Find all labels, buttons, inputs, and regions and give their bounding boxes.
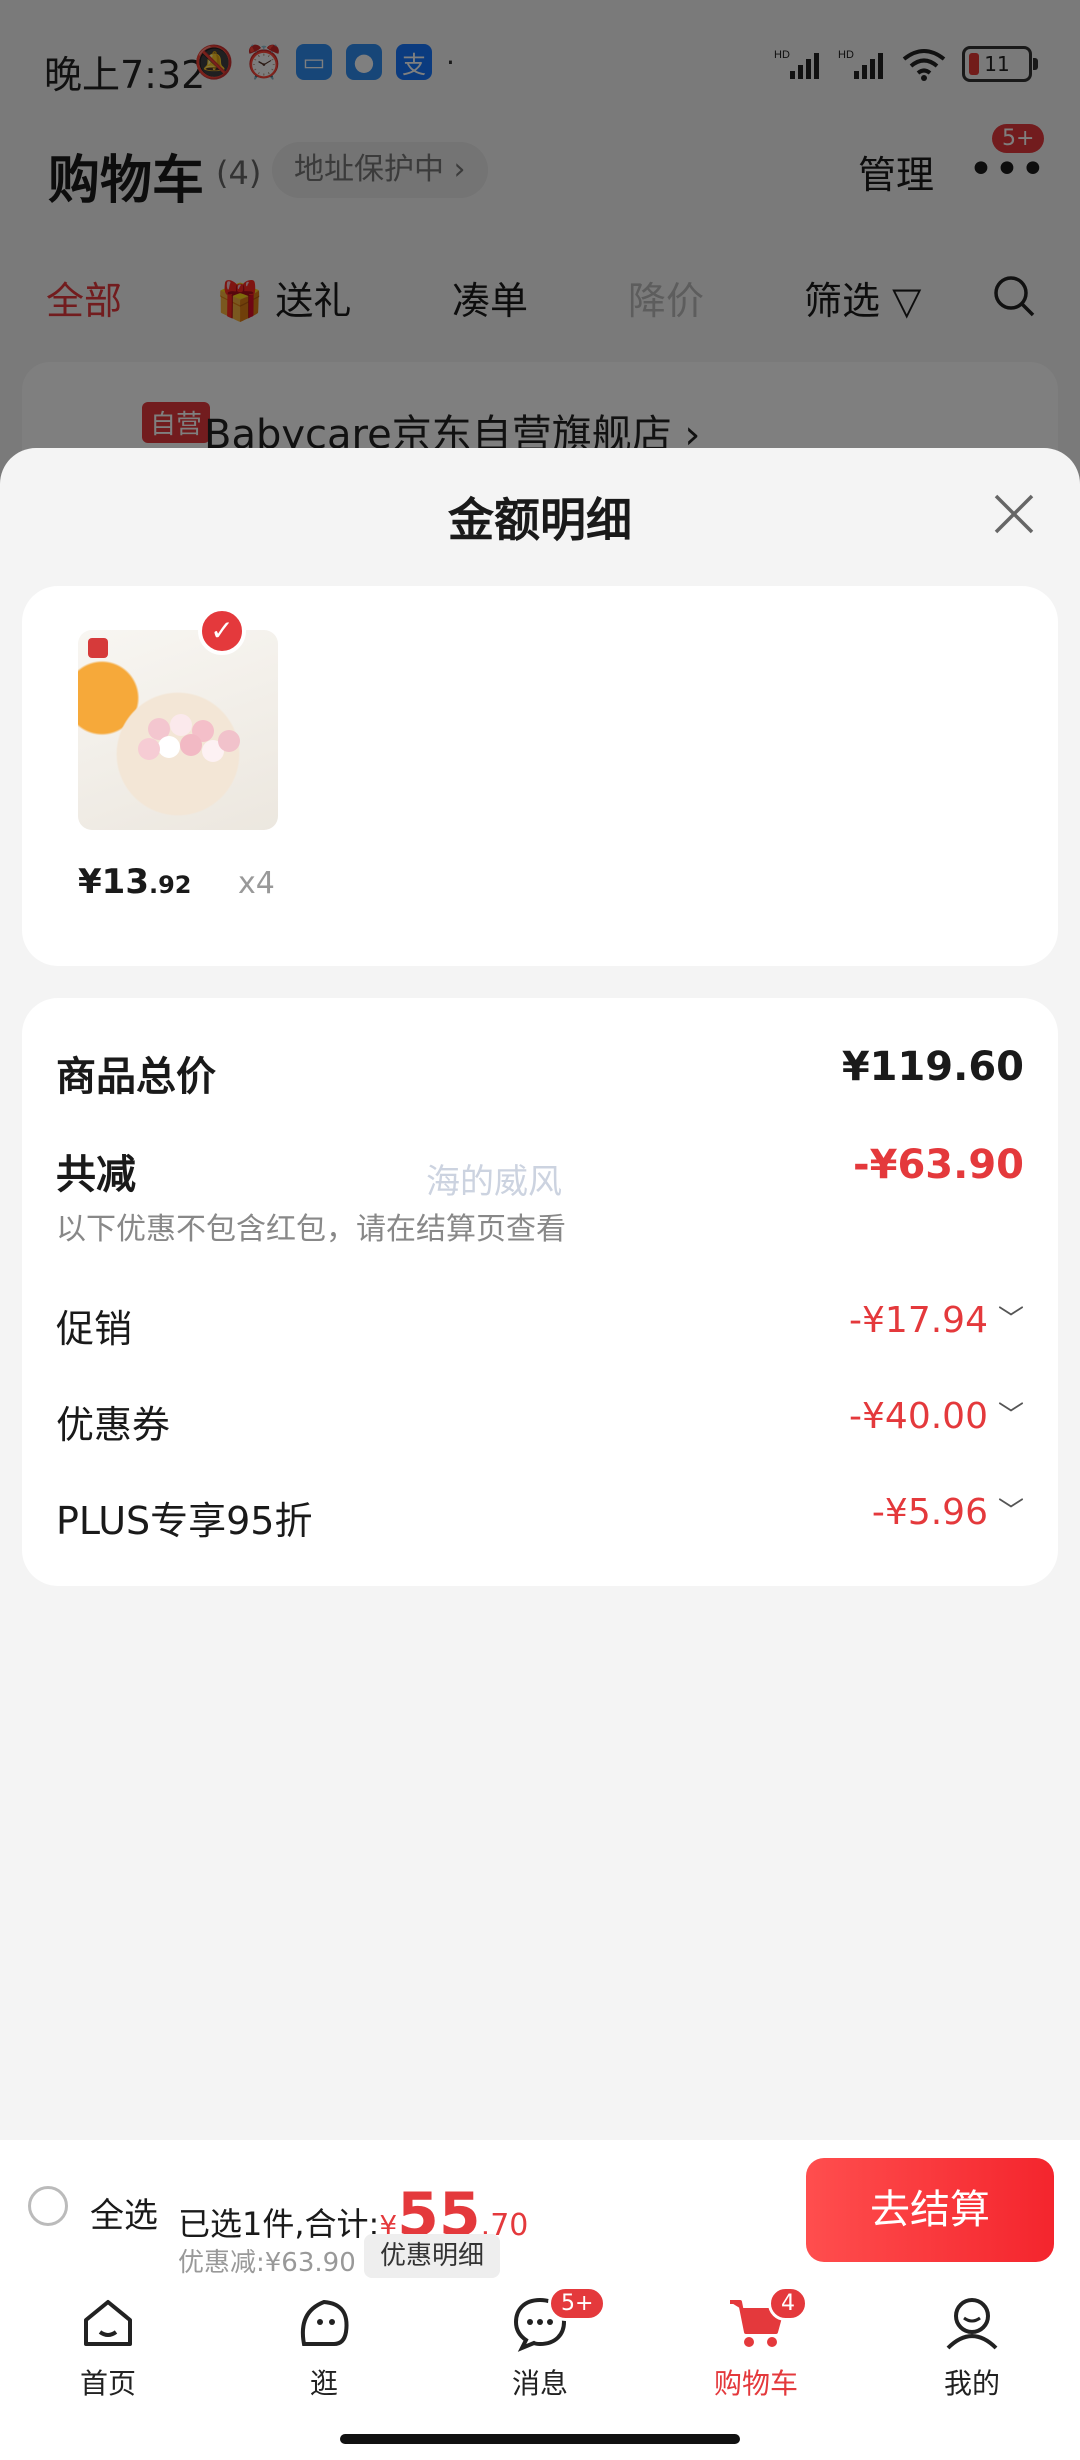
coupon-value: -¥40.00 <box>849 1396 988 1437</box>
home-icon <box>84 2300 132 2346</box>
nav-browse[interactable]: 逛 <box>254 2292 394 2402</box>
promo-row[interactable]: -¥17.94 ﹀ <box>849 1300 1024 1341</box>
nav-cart[interactable]: 购物车 4 <box>686 2286 826 2402</box>
checkout-bar: 全选 已选1件,合计:¥55.70 优惠减:¥63.90 优惠明细 去结算 <box>0 2140 1080 2280</box>
home-indicator[interactable] <box>340 2434 740 2444</box>
coupon-label: 优惠券 <box>56 1403 171 1447</box>
total-price-label: 商品总价 <box>56 1054 216 1100</box>
close-icon[interactable] <box>990 490 1038 538</box>
product-price-dec: .92 <box>148 871 192 899</box>
bottom-nav: 首页 逛 消息 5+ 购物车 4 我的 <box>0 2280 1080 2460</box>
discount-detail-button[interactable]: 优惠明细 <box>364 2234 501 2278</box>
goods-card: ✓ ¥13.92 x4 <box>22 586 1058 966</box>
plus-discount-value: -¥5.96 <box>871 1492 988 1533</box>
product-price-int: ¥13 <box>78 862 149 902</box>
chevron-down-icon: ﹀ <box>997 1401 1024 1431</box>
total-reduce-label: 共减 <box>56 1152 136 1198</box>
product-price: ¥13.92 <box>78 862 192 902</box>
selected-check-icon: ✓ <box>198 607 246 655</box>
nav-mine-label: 我的 <box>943 2367 1000 2400</box>
selected-text: 已选1件,合计: <box>178 2205 380 2243</box>
chevron-down-icon: ﹀ <box>997 1305 1024 1335</box>
discount-note: 以下优惠不包含红包，请在结算页查看 <box>56 1212 566 1247</box>
nav-messages-label: 消息 <box>511 2367 568 2400</box>
profile-icon <box>946 2298 998 2350</box>
promo-label: 促销 <box>56 1307 133 1351</box>
total-reduce-value: -¥63.90 <box>853 1142 1024 1188</box>
sheet-title: 金额明细 <box>448 493 632 547</box>
coupon-row[interactable]: -¥40.00 ﹀ <box>849 1396 1024 1437</box>
nav-home[interactable]: 首页 <box>38 2292 178 2402</box>
nav-home-label: 首页 <box>79 2367 136 2400</box>
nav-cart-label: 购物车 <box>713 2367 798 2400</box>
brand-logo <box>88 638 108 658</box>
product-thumbnail[interactable] <box>78 630 278 830</box>
price-breakdown-card: 商品总价 ¥119.60 共减 海的威风 -¥63.90 以下优惠不包含红包，请… <box>22 998 1058 1586</box>
nav-messages[interactable]: 消息 5+ <box>470 2286 610 2402</box>
cart-badge: 4 <box>768 2286 808 2321</box>
plus-discount-label: PLUS专享95折 <box>56 1499 313 1543</box>
discount-summary: 优惠减:¥63.90 <box>178 2248 356 2278</box>
plus-discount-row[interactable]: -¥5.96 ﹀ <box>872 1492 1024 1533</box>
select-all-label[interactable]: 全选 <box>90 2188 158 2237</box>
messages-badge: 5+ <box>548 2286 607 2321</box>
checkout-button[interactable]: 去结算 <box>806 2158 1054 2262</box>
nav-mine[interactable]: 我的 <box>902 2292 1042 2402</box>
select-all-radio[interactable] <box>28 2186 68 2226</box>
nav-browse-label: 逛 <box>309 2367 338 2400</box>
total-price-value: ¥119.60 <box>841 1044 1024 1090</box>
chevron-down-icon: ﹀ <box>997 1497 1024 1527</box>
watermark: 海的威风 <box>426 1162 562 1202</box>
product-quantity: x4 <box>238 866 275 901</box>
promo-value: -¥17.94 <box>849 1300 988 1341</box>
browse-icon <box>301 2299 349 2346</box>
